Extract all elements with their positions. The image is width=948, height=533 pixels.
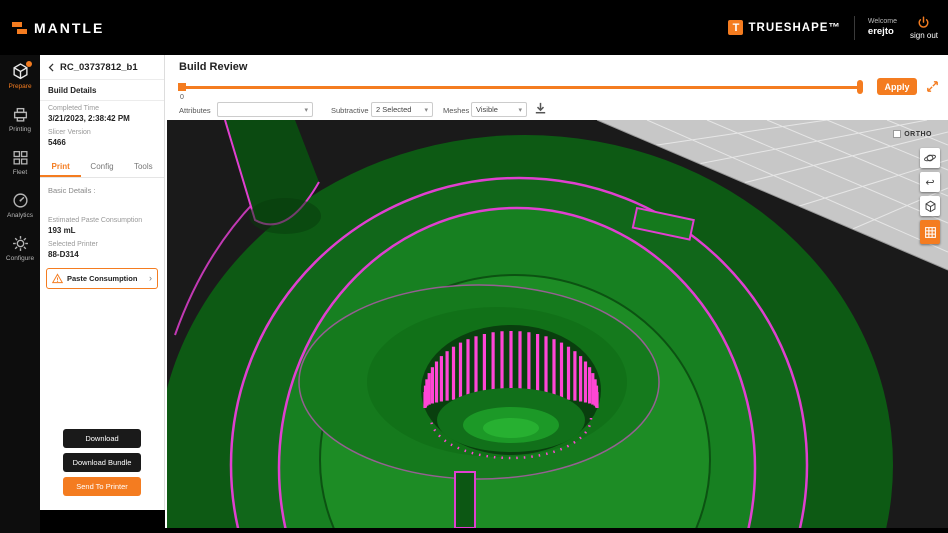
meshes-dropdown[interactable]: Visible ▾ bbox=[471, 102, 527, 117]
sidebar-item-printing[interactable]: Printing bbox=[0, 106, 40, 133]
paste-consumption-field: Estimated Paste Consumption 193 mL bbox=[40, 213, 164, 237]
cube-view-icon bbox=[924, 200, 937, 213]
apply-button[interactable]: Apply bbox=[877, 78, 917, 95]
user-info: Welcome erejto bbox=[868, 18, 897, 37]
selected-printer-field: Selected Printer 88-D314 bbox=[40, 237, 164, 261]
download-icon bbox=[533, 101, 548, 116]
trueshape-brand: T TRUESHAPE™ bbox=[728, 20, 840, 35]
fullscreen-button[interactable] bbox=[925, 79, 940, 99]
brand-name: MANTLE bbox=[34, 20, 104, 36]
build-title: RC_03737812_b1 bbox=[60, 62, 138, 73]
download-button[interactable]: Download bbox=[63, 429, 141, 448]
sidebar-item-configure[interactable]: Configure bbox=[0, 235, 40, 262]
send-to-printer-button[interactable]: Send To Printer bbox=[63, 477, 141, 496]
mantle-brand: MANTLE bbox=[12, 20, 104, 36]
sidebar-item-fleet[interactable]: Fleet bbox=[0, 149, 40, 176]
chevron-down-icon: ▾ bbox=[304, 106, 308, 114]
undo-icon: ↩ bbox=[925, 176, 934, 189]
nav-rail: Prepare Printing Fleet bbox=[0, 55, 40, 533]
slider-value: 0 bbox=[180, 94, 184, 101]
completed-time-field: Completed Time 3/21/2023, 2:38:42 PM bbox=[40, 101, 164, 125]
panel-tabs: Print Config Tools bbox=[40, 157, 164, 178]
grid-icon bbox=[924, 226, 937, 239]
back-button[interactable] bbox=[46, 62, 57, 73]
chevron-right-icon: › bbox=[149, 274, 152, 283]
tab-print[interactable]: Print bbox=[40, 157, 81, 177]
ortho-label: ORTHO bbox=[904, 131, 932, 138]
top-bar: MANTLE T TRUESHAPE™ Welcome erejto sign … bbox=[0, 0, 948, 55]
sidebar-item-analytics[interactable]: Analytics bbox=[0, 192, 40, 219]
tab-tools[interactable]: Tools bbox=[123, 157, 164, 177]
layer-slider-start-marker[interactable] bbox=[178, 83, 186, 91]
fleet-icon bbox=[12, 149, 29, 166]
notification-badge bbox=[26, 61, 32, 67]
cube-icon bbox=[12, 63, 29, 80]
warning-icon bbox=[52, 273, 63, 284]
slicer-version-field: Slicer Version 5466 bbox=[40, 125, 164, 149]
orbit-view-button[interactable] bbox=[920, 148, 940, 168]
build-review-area: Build Review 0 Apply Attributes ▾ Subtra… bbox=[165, 55, 948, 528]
layer-slider-track[interactable] bbox=[179, 86, 863, 89]
subtractive-dropdown[interactable]: 2 Selected ▾ bbox=[371, 102, 433, 117]
tab-config[interactable]: Config bbox=[81, 157, 122, 177]
welcome-label: Welcome bbox=[868, 18, 897, 25]
chevron-left-icon bbox=[46, 62, 57, 73]
attributes-label: Attributes bbox=[179, 106, 211, 115]
chevron-down-icon: ▾ bbox=[518, 106, 522, 114]
3d-scene bbox=[167, 120, 948, 528]
section-title: Build Details bbox=[40, 80, 164, 100]
reset-view-button[interactable]: ↩ bbox=[920, 172, 940, 192]
sign-out-button[interactable]: sign out bbox=[910, 16, 938, 40]
mantle-logo bbox=[12, 20, 28, 36]
trueshape-logo: T bbox=[728, 20, 743, 35]
subtractive-label: Subtractive bbox=[331, 106, 369, 115]
expand-icon bbox=[925, 79, 940, 94]
fit-view-button[interactable] bbox=[920, 196, 940, 216]
ortho-toggle: ORTHO bbox=[893, 130, 932, 138]
ortho-checkbox[interactable] bbox=[893, 130, 901, 138]
orbit-icon bbox=[923, 151, 937, 165]
viewport-toolbar: ↩ bbox=[920, 148, 940, 244]
layer-slider-handle[interactable] bbox=[857, 80, 863, 94]
viewport-canvas[interactable]: ORTHO ↩ bbox=[167, 120, 948, 528]
product-name: TRUESHAPE™ bbox=[748, 22, 840, 34]
gear-icon bbox=[12, 235, 29, 252]
printer-icon bbox=[12, 106, 29, 123]
grid-toggle-button[interactable] bbox=[920, 220, 940, 244]
download-view-button[interactable] bbox=[533, 101, 548, 121]
gauge-icon bbox=[12, 192, 29, 209]
build-details-panel: RC_03737812_b1 Build Details Completed T… bbox=[40, 55, 165, 510]
topbar-divider bbox=[854, 16, 855, 40]
power-icon bbox=[917, 16, 930, 29]
username: erejto bbox=[868, 26, 897, 37]
basic-details-label: Basic Details : bbox=[40, 178, 164, 197]
attributes-dropdown[interactable]: ▾ bbox=[217, 102, 313, 117]
page-title: Build Review bbox=[179, 61, 247, 73]
download-bundle-button[interactable]: Download Bundle bbox=[63, 453, 141, 472]
chevron-down-icon: ▾ bbox=[424, 106, 428, 114]
sign-out-label: sign out bbox=[910, 31, 938, 40]
paste-consumption-warning[interactable]: Paste Consumption › bbox=[46, 268, 158, 289]
sidebar-item-prepare[interactable]: Prepare bbox=[0, 63, 40, 90]
meshes-label: Meshes bbox=[443, 106, 469, 115]
